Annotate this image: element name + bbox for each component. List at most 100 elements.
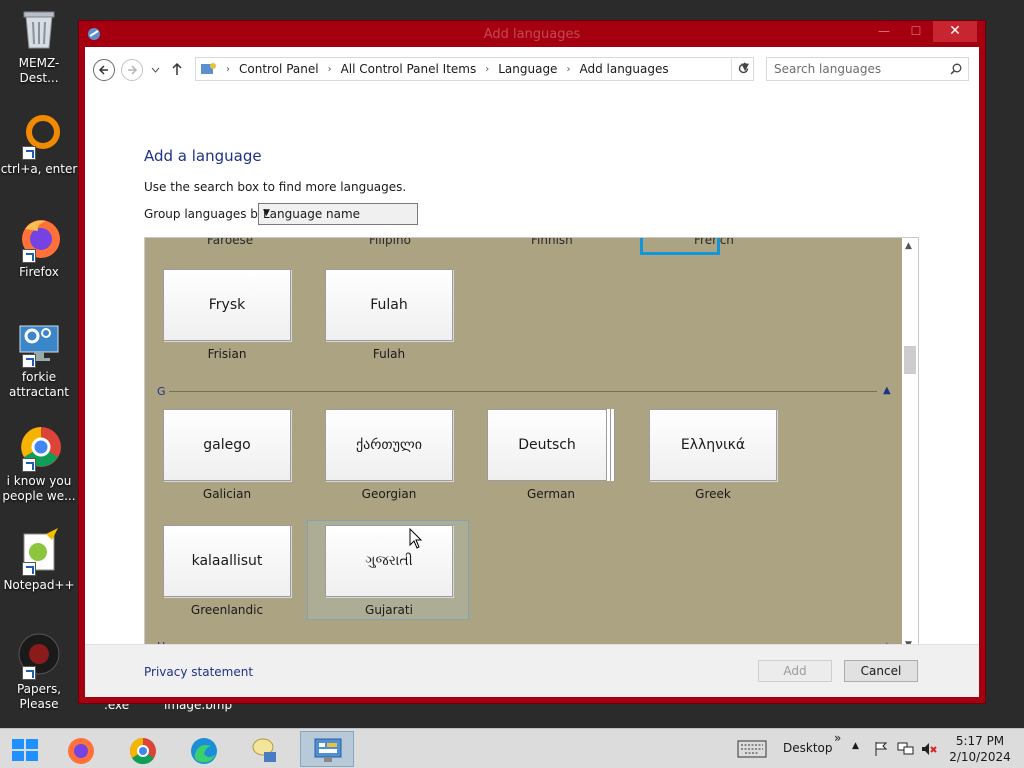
cancel-button[interactable]: Cancel (844, 660, 918, 682)
search-hint: Use the search box to find more language… (144, 180, 407, 194)
desktop-icon-forkie[interactable]: forkie attractant (0, 320, 78, 400)
scroll-up-icon[interactable]: ▲ (905, 241, 912, 251)
language-tile-frisian[interactable]: Frysk (163, 269, 291, 341)
desktop-icon-label: Notepad++ (3, 578, 75, 592)
add-languages-window: Add languages — ☐ ✕ › Control Panel › Al… (78, 20, 986, 704)
notepad-plus-plus-icon (16, 528, 62, 576)
privacy-statement-link[interactable]: Privacy statement (144, 665, 253, 679)
chrome-icon (16, 424, 62, 472)
breadcrumb-language[interactable]: Language (498, 62, 557, 77)
recycle-bin-icon (16, 6, 62, 52)
minimize-button[interactable]: — (867, 21, 901, 42)
action-center-flag-icon[interactable] (874, 741, 888, 757)
search-placeholder: Search languages (774, 62, 882, 76)
language-caption[interactable]: Faroese (207, 238, 253, 247)
shortcut-arrow-icon (22, 562, 36, 576)
title-bar[interactable]: Add languages — ☐ ✕ (79, 21, 985, 47)
language-caption: German (526, 487, 576, 501)
start-button[interactable] (0, 731, 54, 767)
desktop-icon-chrome[interactable]: i know you people we... (0, 424, 78, 504)
network-icon[interactable] (897, 741, 915, 757)
window-client-area: › Control Panel › All Control Panel Item… (85, 47, 979, 697)
chevron-right-icon[interactable]: › (566, 62, 570, 77)
control-panel-icon (314, 738, 342, 762)
desktop-icon-ctrl-a[interactable]: ctrl+a, enter (0, 112, 78, 177)
language-caption: Greek (695, 487, 731, 501)
language-caption: Gujarati (365, 603, 413, 617)
dialog-footer: Privacy statement Add Cancel (85, 644, 979, 697)
chat-bubble-icon (252, 738, 276, 762)
language-tile-german[interactable]: Deutsch (487, 409, 607, 481)
desktop-icon-recycle-bin[interactable]: MEMZ-Dest... (0, 6, 78, 86)
language-caption[interactable]: Finnish (531, 238, 573, 247)
up-arrow-icon[interactable] (171, 62, 183, 76)
breadcrumb-control-panel[interactable]: Control Panel (239, 62, 319, 77)
language-caption: Galician (202, 487, 252, 501)
desktop-icon-papers-please[interactable]: Papers, Please (0, 632, 78, 712)
refresh-button[interactable] (731, 57, 755, 81)
desktop-icon-label: i know you people we... (2, 474, 76, 503)
keyboard-icon (737, 740, 767, 758)
language-tile-greenlandic[interactable]: kalaallisut (163, 525, 291, 597)
ring-icon (16, 112, 62, 160)
chevron-down-icon: ▼ (263, 208, 270, 218)
show-hidden-icons-button[interactable]: ▲ (852, 741, 859, 755)
taskbar-firefox[interactable] (54, 731, 108, 767)
group-by-label: Group languages by: (144, 207, 269, 221)
window-title: Add languages (483, 27, 581, 42)
desktop-icon-label: Papers, Please (16, 682, 62, 711)
shortcut-arrow-icon (22, 666, 36, 680)
control-panel-icon (201, 63, 216, 74)
refresh-icon (738, 62, 749, 74)
taskbar-edge[interactable] (177, 731, 231, 767)
search-icon[interactable] (950, 63, 962, 75)
add-button[interactable]: Add (758, 660, 832, 682)
close-button[interactable]: ✕ (933, 21, 977, 42)
language-list[interactable]: Faroese Filipino Finnish French Frysk Fr… (144, 237, 919, 654)
taskbar-control-panel[interactable] (300, 731, 354, 767)
vertical-scrollbar[interactable]: ▲ ▼ (902, 238, 918, 653)
clock-date: 2/10/2024 (949, 750, 1011, 764)
address-bar[interactable]: › Control Panel › All Control Panel Item… (195, 57, 754, 81)
collapse-group-icon[interactable]: ▲ (883, 385, 891, 396)
system-clock[interactable]: 5:17 PM 2/10/2024 (940, 733, 1020, 765)
clock-time: 5:17 PM (955, 734, 1005, 748)
group-divider (169, 391, 877, 392)
arrow-left-icon (98, 65, 108, 75)
toolbar-overflow-icon[interactable]: » (834, 731, 841, 745)
group-by-select[interactable]: Language name ▼ (258, 203, 418, 225)
desktop-toolbar-label[interactable]: Desktop (783, 741, 833, 757)
back-button[interactable] (93, 59, 115, 81)
page-title: Add a language (144, 147, 262, 165)
language-caption: Frisian (207, 347, 247, 361)
taskbar-chrome[interactable] (116, 731, 170, 767)
chevron-right-icon[interactable]: › (485, 62, 489, 77)
language-tile-fulah[interactable]: Fulah (325, 269, 453, 341)
firefox-icon (68, 738, 94, 764)
desktop-icon-notepad-plus-plus[interactable]: Notepad++ (0, 528, 78, 593)
desktop-icon-label: Firefox (19, 265, 59, 279)
start-icon (12, 739, 38, 761)
forward-button[interactable] (121, 59, 143, 81)
maximize-button[interactable]: ☐ (899, 21, 933, 42)
language-grid: Faroese Filipino Finnish French Frysk Fr… (145, 238, 903, 653)
language-tile-georgian[interactable]: ქართული (325, 409, 453, 481)
breadcrumb-add-languages[interactable]: Add languages (579, 62, 668, 77)
papers-please-icon (16, 632, 62, 680)
chevron-right-icon[interactable]: › (328, 62, 332, 77)
breadcrumb-all-items[interactable]: All Control Panel Items (341, 62, 477, 77)
chrome-icon (129, 737, 156, 765)
volume-muted-icon[interactable] (921, 741, 937, 757)
language-tile-galician[interactable]: galego (163, 409, 291, 481)
language-caption: Fulah (372, 347, 406, 361)
taskbar-chat[interactable] (238, 731, 292, 767)
scrollbar-thumb[interactable] (904, 346, 916, 374)
desktop-icon-firefox[interactable]: Firefox (0, 215, 78, 280)
shortcut-arrow-icon (22, 354, 36, 368)
language-tile-gujarati[interactable]: ગુજરાતી (325, 525, 453, 597)
recent-pages-chevron-icon[interactable] (151, 67, 160, 73)
language-caption[interactable]: Filipino (369, 238, 411, 247)
keyboard-focus-rect (640, 238, 720, 255)
language-tile-greek[interactable]: Ελληνικά (649, 409, 777, 481)
search-input[interactable]: Search languages (766, 57, 969, 81)
